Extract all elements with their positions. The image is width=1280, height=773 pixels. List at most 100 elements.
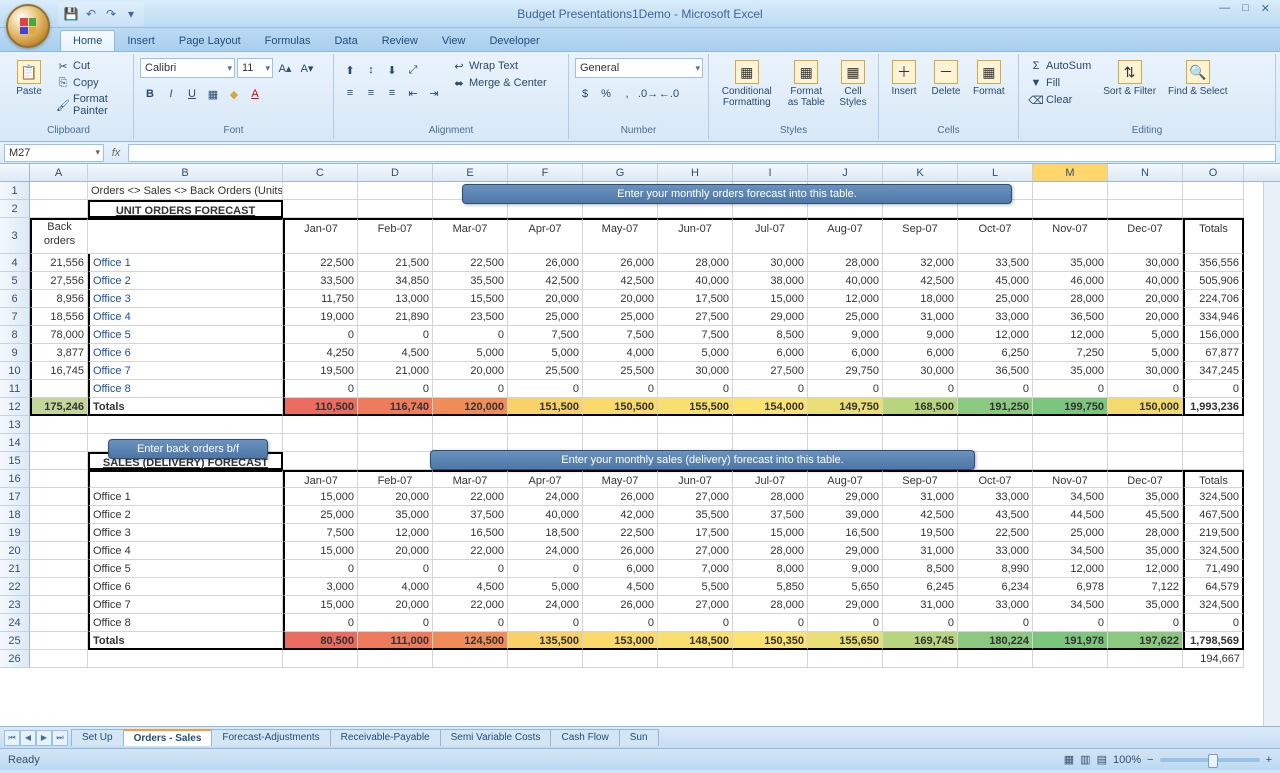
cell[interactable]	[433, 650, 508, 668]
col-header-A[interactable]: A	[30, 164, 88, 181]
cell[interactable]: Back orders	[30, 218, 88, 254]
cell[interactable]: 33,000	[958, 596, 1033, 614]
cell[interactable]: 20,000	[433, 362, 508, 380]
cell[interactable]: 8,990	[958, 560, 1033, 578]
sheet-tab-orders---sales[interactable]: Orders - Sales	[123, 729, 213, 746]
cell[interactable]: 6,000	[808, 344, 883, 362]
cell[interactable]: 0	[508, 614, 583, 632]
cell[interactable]: 36,500	[1033, 308, 1108, 326]
undo-icon[interactable]: ↶	[82, 5, 100, 23]
cell[interactable]: 8,956	[30, 290, 88, 308]
cell[interactable]: Jun-07	[658, 470, 733, 488]
cell[interactable]: 5,650	[808, 578, 883, 596]
cell[interactable]: Jul-07	[733, 218, 808, 254]
ribbon-tab-formulas[interactable]: Formulas	[253, 31, 323, 51]
cell[interactable]: 5,000	[508, 344, 583, 362]
cell[interactable]: 42,000	[583, 506, 658, 524]
cell[interactable]	[658, 416, 733, 434]
ribbon-tab-review[interactable]: Review	[370, 31, 430, 51]
cell[interactable]: 150,350	[733, 632, 808, 650]
cell[interactable]	[283, 650, 358, 668]
sheet-tab-forecast-adjustments[interactable]: Forecast-Adjustments	[211, 729, 330, 746]
col-header-G[interactable]: G	[583, 164, 658, 181]
cell[interactable]: 20,000	[358, 488, 433, 506]
cell[interactable]: 150,500	[583, 398, 658, 416]
zoom-in-button[interactable]: +	[1266, 754, 1272, 766]
cell[interactable]: 0	[883, 380, 958, 398]
cell[interactable]	[30, 434, 88, 452]
cell[interactable]: 15,000	[733, 524, 808, 542]
cell[interactable]: 31,000	[883, 308, 958, 326]
cell[interactable]: 80,500	[283, 632, 358, 650]
cell[interactable]: 31,000	[883, 542, 958, 560]
cell[interactable]: 0	[358, 380, 433, 398]
cell[interactable]: 224,706	[1183, 290, 1244, 308]
cell[interactable]	[1183, 452, 1244, 470]
ribbon-tab-data[interactable]: Data	[322, 31, 369, 51]
cell[interactable]: 37,500	[433, 506, 508, 524]
cell[interactable]: 34,500	[1033, 542, 1108, 560]
cell[interactable]: 7,250	[1033, 344, 1108, 362]
cell[interactable]	[30, 614, 88, 632]
cell[interactable]: 67,877	[1183, 344, 1244, 362]
cell[interactable]: 27,500	[658, 308, 733, 326]
cell[interactable]	[958, 650, 1033, 668]
cell[interactable]	[30, 506, 88, 524]
cell[interactable]: 30,000	[1108, 254, 1183, 272]
cell[interactable]: 25,000	[283, 506, 358, 524]
save-icon[interactable]: 💾	[62, 5, 80, 23]
cell[interactable]: Totals	[1183, 218, 1244, 254]
cell[interactable]: 175,246	[30, 398, 88, 416]
qat-customize-icon[interactable]: ▾	[122, 5, 140, 23]
sheet-tab-semi-variable-costs[interactable]: Semi Variable Costs	[440, 729, 552, 746]
cell[interactable]: 5,000	[1108, 326, 1183, 344]
cell[interactable]	[658, 650, 733, 668]
format-cells-button[interactable]: ▦Format	[969, 58, 1009, 99]
cell[interactable]: 153,000	[583, 632, 658, 650]
cell[interactable]	[1108, 416, 1183, 434]
cell[interactable]: 28,000	[733, 542, 808, 560]
cell[interactable]: 22,500	[433, 254, 508, 272]
cell[interactable]: Office 7	[88, 362, 283, 380]
cell[interactable]: 467,500	[1183, 506, 1244, 524]
cell[interactable]: 20,000	[508, 290, 583, 308]
vertical-scrollbar[interactable]	[1263, 182, 1280, 726]
cell[interactable]: Totals	[88, 398, 283, 416]
shrink-font-button[interactable]: A▾	[297, 58, 317, 78]
cell[interactable]: 34,500	[1033, 596, 1108, 614]
cell[interactable]: 110,500	[283, 398, 358, 416]
cell[interactable]: 6,234	[958, 578, 1033, 596]
cell[interactable]: Office 4	[88, 308, 283, 326]
cell[interactable]: 42,500	[883, 272, 958, 290]
cell[interactable]: 17,500	[658, 290, 733, 308]
cell[interactable]: 149,750	[808, 398, 883, 416]
cell[interactable]: 7,500	[583, 326, 658, 344]
office-button[interactable]	[6, 4, 50, 48]
cell[interactable]: 334,946	[1183, 308, 1244, 326]
row-header[interactable]: 24	[0, 614, 30, 632]
cell[interactable]	[88, 470, 283, 488]
cell[interactable]	[1108, 434, 1183, 452]
cell[interactable]: 3,877	[30, 344, 88, 362]
cell[interactable]: 22,000	[433, 596, 508, 614]
cell[interactable]: Apr-07	[508, 470, 583, 488]
cell[interactable]: 6,000	[883, 344, 958, 362]
cell[interactable]: 4,500	[358, 344, 433, 362]
cell[interactable]: 30,000	[883, 362, 958, 380]
cell[interactable]: 0	[283, 614, 358, 632]
cell[interactable]: 27,500	[733, 362, 808, 380]
row-header[interactable]: 23	[0, 596, 30, 614]
ribbon-tab-developer[interactable]: Developer	[477, 31, 551, 51]
row-header[interactable]: 2	[0, 200, 30, 218]
row-header[interactable]: 8	[0, 326, 30, 344]
row-header[interactable]: 25	[0, 632, 30, 650]
cell[interactable]: 21,500	[358, 254, 433, 272]
cell[interactable]: 22,500	[583, 524, 658, 542]
row-header[interactable]: 20	[0, 542, 30, 560]
cell[interactable]: 24,000	[508, 596, 583, 614]
format-painter-button[interactable]: 🖌Format Painter	[52, 92, 127, 118]
cell[interactable]: 5,000	[1108, 344, 1183, 362]
cell[interactable]	[358, 182, 433, 200]
cell[interactable]: 45,500	[1108, 506, 1183, 524]
cell[interactable]: 148,500	[658, 632, 733, 650]
